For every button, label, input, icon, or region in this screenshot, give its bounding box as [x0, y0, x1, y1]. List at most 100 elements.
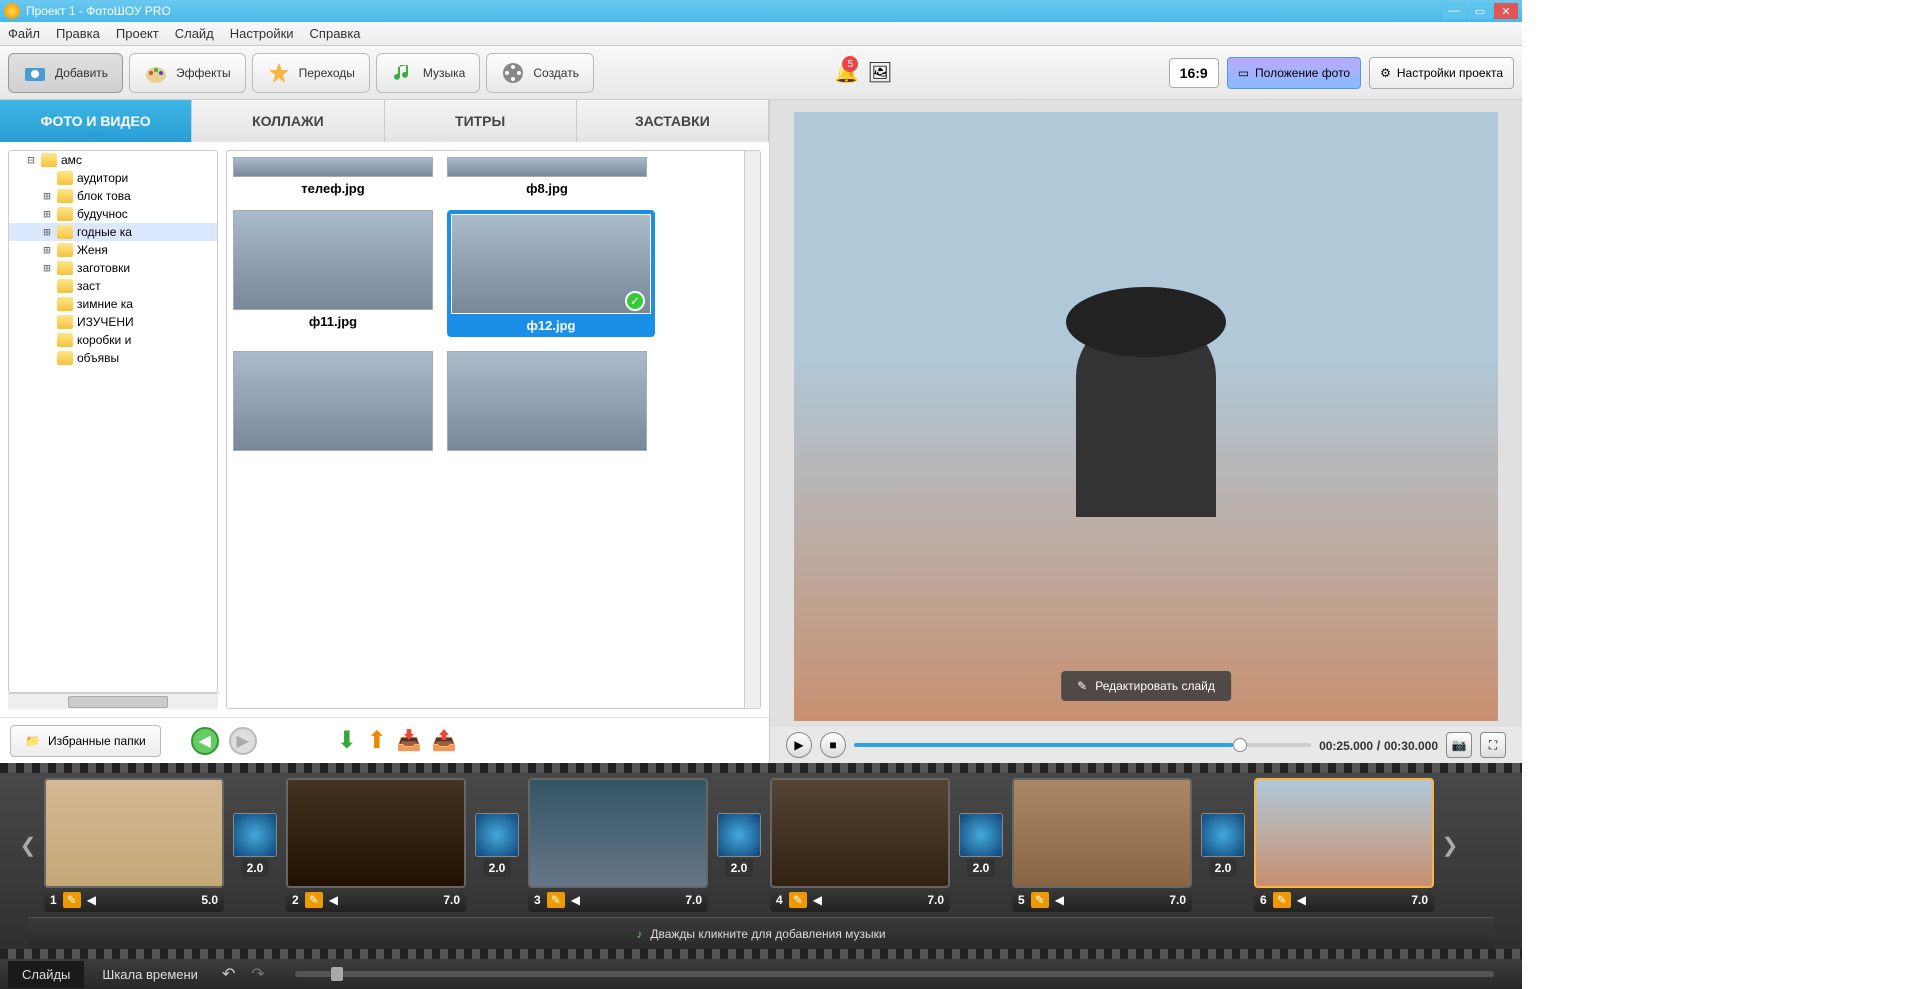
tree-item[interactable]: аудитори [9, 169, 217, 187]
timeline-prev-button[interactable]: ❮ [20, 775, 36, 915]
timeline-slide[interactable]: 2✎◀7.0 [286, 778, 466, 912]
create-button[interactable]: Создать [486, 53, 594, 93]
seek-slider[interactable] [854, 743, 1311, 747]
stop-button[interactable]: ■ [820, 732, 846, 758]
close-button[interactable]: ✕ [1494, 3, 1518, 19]
add-button[interactable]: Добавить [8, 53, 123, 93]
expand-icon[interactable]: ⊞ [41, 189, 53, 203]
tree-item[interactable]: ⊞будучнос [9, 205, 217, 223]
collapse-icon[interactable]: ◀ [87, 893, 96, 907]
thumbnail[interactable]: ✓ф12.jpg [447, 210, 655, 337]
menu-slide[interactable]: Слайд [175, 26, 214, 41]
fullscreen-button[interactable]: ⛶ [1480, 732, 1506, 758]
tab-collages[interactable]: КОЛЛАЖИ [192, 100, 384, 142]
tab-timeline[interactable]: Шкала времени [88, 961, 212, 988]
collapse-icon[interactable]: ◀ [1297, 893, 1306, 907]
folder-tree[interactable]: ⊟амсаудитори⊞блок това⊞будучнос⊞годные к… [8, 150, 218, 693]
maximize-button[interactable]: ▭ [1468, 3, 1492, 19]
collapse-icon[interactable]: ◀ [813, 893, 822, 907]
notifications-button[interactable]: 🔔5 [834, 60, 859, 85]
import-button[interactable]: 📥 [397, 728, 422, 753]
tab-slides[interactable]: Слайды [8, 961, 84, 988]
undo-button[interactable]: ↶ [216, 964, 241, 984]
tree-item[interactable]: объявы [9, 349, 217, 367]
export-button[interactable]: 📤 [432, 728, 457, 753]
edit-icon[interactable]: ✎ [63, 892, 81, 908]
menu-edit[interactable]: Правка [56, 26, 100, 41]
collapse-icon[interactable]: ◀ [1055, 893, 1064, 907]
menu-help[interactable]: Справка [310, 26, 361, 41]
play-button[interactable]: ▶ [786, 732, 812, 758]
tree-item[interactable]: коробки и [9, 331, 217, 349]
tree-item[interactable]: ⊞блок това [9, 187, 217, 205]
timeline-slide[interactable]: 1✎◀5.0 [44, 778, 224, 912]
redo-button[interactable]: ↷ [245, 964, 270, 984]
move-up-button[interactable]: ⬆ [367, 726, 387, 755]
menu-settings[interactable]: Настройки [230, 26, 294, 41]
nav-back-button[interactable]: ◀ [191, 727, 219, 755]
timeline-slide[interactable]: 5✎◀7.0 [1012, 778, 1192, 912]
thumbnail[interactable] [233, 351, 433, 455]
timeline-next-button[interactable]: ❯ [1442, 775, 1458, 915]
transition[interactable]: 2.0 [958, 813, 1004, 877]
tree-item[interactable]: ⊞годные ка [9, 223, 217, 241]
timeline-slide[interactable]: 6✎◀7.0 [1254, 778, 1434, 912]
transitions-button[interactable]: Переходы [252, 53, 370, 93]
aspect-ratio-button[interactable]: 16:9 [1169, 58, 1219, 88]
photo-position-button[interactable]: ▭ Положение фото [1227, 57, 1361, 89]
tree-item[interactable]: ИЗУЧЕНИ [9, 313, 217, 331]
add-down-button[interactable]: ⬇ [337, 726, 357, 755]
music-button[interactable]: Музыка [376, 53, 480, 93]
effects-button[interactable]: Эффекты [129, 53, 246, 93]
favorite-folders-button[interactable]: 📁 Избранные папки [10, 725, 161, 757]
menu-file[interactable]: Файл [8, 26, 40, 41]
thumbnail[interactable]: телеф.jpg [233, 157, 433, 196]
tree-item[interactable]: ⊞Женя [9, 241, 217, 259]
tree-item[interactable]: заст [9, 277, 217, 295]
tree-item[interactable]: ⊟амс [9, 151, 217, 169]
thumbnail-grid[interactable]: телеф.jpg ф8.jpg ф11.jpg✓ф12.jpg [226, 150, 761, 709]
expand-icon[interactable]: ⊞ [41, 225, 53, 239]
check-icon: ✓ [625, 291, 645, 311]
grid-v-scrollbar[interactable] [744, 151, 760, 708]
tree-item[interactable]: зимние ка [9, 295, 217, 313]
edit-icon[interactable]: ✎ [1273, 892, 1291, 908]
edit-icon[interactable]: ✎ [1031, 892, 1049, 908]
tree-item[interactable]: ⊞заготовки [9, 259, 217, 277]
transition[interactable]: 2.0 [1200, 813, 1246, 877]
minimize-button[interactable]: — [1442, 3, 1466, 19]
transition[interactable]: 2.0 [716, 813, 762, 877]
thumbnail[interactable]: ф11.jpg [233, 210, 433, 337]
tab-photo-video[interactable]: ФОТО И ВИДЕО [0, 100, 192, 142]
project-settings-button[interactable]: ⚙ Настройки проекта [1369, 57, 1514, 89]
tab-intros[interactable]: ЗАСТАВКИ [577, 100, 769, 142]
menu-project[interactable]: Проект [116, 26, 159, 41]
music-track[interactable]: ♪ Дважды кликните для добавления музыки [28, 917, 1494, 949]
edit-slide-button[interactable]: ✎ Редактировать слайд [1061, 671, 1231, 701]
thumb-image [233, 351, 433, 451]
expand-icon[interactable]: ⊞ [41, 207, 53, 221]
expand-icon[interactable]: ⊞ [41, 243, 53, 257]
tab-titles[interactable]: ТИТРЫ [385, 100, 577, 142]
edit-icon[interactable]: ✎ [305, 892, 323, 908]
preview-area[interactable]: ✎ Редактировать слайд [794, 112, 1498, 721]
expand-icon[interactable]: ⊟ [25, 153, 37, 167]
transition[interactable]: 2.0 [474, 813, 520, 877]
edit-icon[interactable]: ✎ [789, 892, 807, 908]
tree-h-scrollbar[interactable] [8, 693, 218, 709]
timeline-slide[interactable]: 4✎◀7.0 [770, 778, 950, 912]
timeline-slide[interactable]: 3✎◀7.0 [528, 778, 708, 912]
folder-icon [57, 333, 73, 347]
thumbnail[interactable]: ф8.jpg [447, 157, 647, 196]
collapse-icon[interactable]: ◀ [329, 893, 338, 907]
collapse-icon[interactable]: ◀ [571, 893, 580, 907]
image-mode-icon[interactable]: 🖼 [867, 60, 892, 85]
zoom-slider[interactable] [295, 971, 1494, 977]
expand-icon[interactable]: ⊞ [41, 261, 53, 275]
edit-icon[interactable]: ✎ [547, 892, 565, 908]
nav-forward-button[interactable]: ▶ [229, 727, 257, 755]
snapshot-button[interactable]: 📷 [1446, 732, 1472, 758]
thumbnail[interactable] [447, 351, 647, 455]
slide-info-bar: 3✎◀7.0 [528, 888, 708, 912]
transition[interactable]: 2.0 [232, 813, 278, 877]
